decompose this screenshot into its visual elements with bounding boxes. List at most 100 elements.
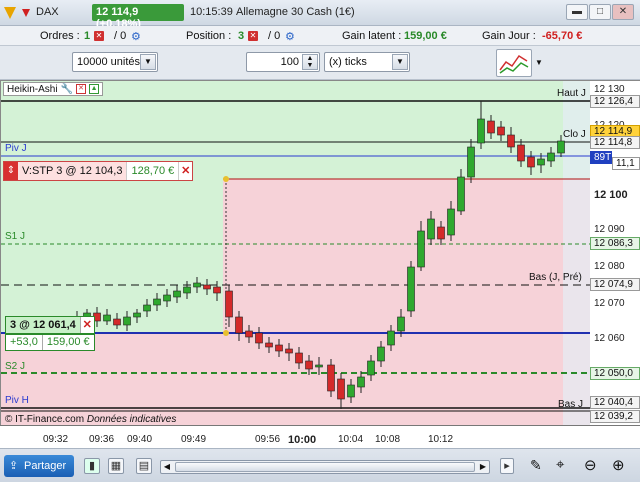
time-axis[interactable]: 09:32 09:36 09:40 09:49 09:56 10:00 10:0… (0, 425, 640, 448)
stop-order-tag[interactable]: ⇕ V:STP 3 @ 12 104,3 128,70 € ✕ (3, 161, 194, 181)
cancel-order-icon[interactable]: ✕ (178, 162, 192, 180)
candles-view-icon[interactable]: ▮ (84, 458, 100, 474)
candle-body (305, 360, 313, 370)
candle-body (315, 364, 323, 368)
zoom-out-icon[interactable]: ⊖ (584, 456, 597, 474)
maximize-button[interactable]: □ (589, 4, 611, 20)
scroll-right-icon[interactable]: ▶ (477, 461, 489, 473)
chart-footer: © IT-Finance.com Données indicatives (5, 414, 176, 425)
candle-body (357, 376, 365, 388)
scroll-end-icon[interactable]: ▸ (500, 458, 514, 474)
candle-body (163, 294, 171, 302)
tick-label: 12 100 (594, 189, 628, 201)
drawing-tools-icon[interactable]: ✎ (530, 457, 542, 474)
grid-view-icon[interactable]: ▦ (108, 458, 124, 474)
haut-tag: 12 126,4 (590, 95, 640, 108)
chevron-down-icon: ▼ (140, 54, 156, 70)
quantity-stepper[interactable]: 100 ▲ ▼ (246, 52, 320, 72)
tick-label: 12 070 (594, 298, 625, 309)
close-position-icon[interactable]: ✕ (248, 31, 258, 41)
entry-marker-dot[interactable] (223, 330, 229, 336)
candle-body (265, 342, 273, 348)
candle-body (113, 318, 121, 326)
position-gain: 159,00 € (41, 335, 94, 350)
position-text: 3 @ 12 061,4 (10, 319, 76, 331)
stop-marker-tag: 89T (590, 151, 612, 164)
candle-body (477, 118, 485, 144)
candle-body (467, 146, 475, 178)
candle-body (487, 120, 495, 134)
candle-body (255, 332, 263, 344)
minimize-button[interactable]: ▬ (566, 4, 588, 20)
orders-zero: / 0 (114, 30, 127, 42)
piv-h-tag: 12 040,4 (590, 396, 640, 409)
cancel-orders-icon[interactable]: ✕ (94, 31, 104, 41)
s1-tag: 12 086,3 (590, 237, 640, 250)
candle-body (203, 284, 211, 290)
horizontal-scrollbar[interactable]: ◀ ▶ (160, 460, 490, 474)
candle-body (337, 378, 345, 400)
delete-indicator-icon[interactable]: ✕ (76, 84, 87, 94)
candle-body (173, 290, 181, 298)
zoom-in-icon[interactable]: ⊕ (612, 456, 625, 474)
price-chart[interactable]: Heikin-Ashi 🔧 ✕ ▲ Haut J Clo J Piv J S1 … (0, 80, 591, 426)
candle-body (295, 352, 303, 364)
time-label: 09:36 (89, 434, 115, 445)
units-select[interactable]: 10000 unités ▼ (72, 52, 158, 72)
candle-body (133, 312, 141, 318)
time-label: 09:49 (181, 434, 207, 445)
zoom-fit-icon[interactable]: ⌖ (556, 456, 564, 473)
table-view-icon[interactable]: ▤ (136, 458, 152, 474)
drag-handle-icon[interactable]: ⇕ (4, 162, 18, 180)
tick-label: 12 130 (594, 84, 625, 95)
info-bar: Ordres : 1 ✕ / 0 ⚙ Position : 3 ✕ / 0 ⚙ … (0, 26, 640, 46)
time-label: 10:08 (375, 434, 401, 445)
footer-note: Données indicatives (86, 414, 177, 425)
s2-j-label: S2 J (5, 361, 26, 372)
wrench-icon[interactable]: 🔧 (61, 84, 73, 95)
position-label: Position : (186, 30, 232, 42)
stop-order-gain: 128,70 € (126, 162, 178, 180)
candle-body (367, 360, 375, 376)
scrollbar-thumb[interactable] (175, 462, 475, 472)
candle-body (275, 344, 283, 352)
stop-value-tag: 11,1 (612, 157, 640, 170)
tick-label: 12 080 (594, 261, 625, 272)
position-tag[interactable]: 3 @ 12 061,4 ✕ (5, 316, 95, 334)
stop-marker-dot[interactable] (223, 176, 229, 182)
share-button[interactable]: ⇪ Partager (4, 455, 74, 477)
clo-j-label: Clo J (563, 129, 586, 140)
candle-body (225, 290, 233, 318)
indicator-label-box[interactable]: Heikin-Ashi 🔧 ✕ ▲ (3, 82, 104, 96)
close-button[interactable]: ✕ (612, 4, 634, 20)
gear-icon[interactable]: ⚙ (285, 30, 295, 43)
stepper-arrows-icon[interactable]: ▲ ▼ (302, 54, 318, 70)
scroll-left-icon[interactable]: ◀ (161, 461, 173, 473)
candle-body (377, 346, 385, 362)
candle-body (397, 316, 405, 332)
indicator-name: Heikin-Ashi (7, 83, 58, 95)
orders-label: Ordres : (40, 30, 80, 42)
time-label: 10:00 (288, 434, 317, 446)
gear-icon[interactable]: ⚙ (131, 30, 141, 43)
candlestick-plot (1, 81, 591, 426)
order-toolbar: 10000 unités ▼ 100 ▲ ▼ (x) ticks ▼ ▼ (0, 46, 640, 80)
dropdown-arrow-icon[interactable] (4, 7, 16, 19)
down-triangle-icon (22, 9, 30, 17)
chevron-down-icon[interactable]: ▼ (533, 54, 545, 72)
close-position-icon[interactable]: ✕ (79, 317, 94, 333)
candle-body (497, 126, 505, 136)
candle-body (527, 156, 535, 168)
candle-body (417, 230, 425, 268)
move-up-icon[interactable]: ▲ (89, 84, 100, 94)
candle-body (347, 384, 355, 398)
tick-label: 12 060 (594, 333, 625, 344)
bas-pre-label: Bas (J, Pré) (529, 272, 582, 283)
instrument-name: Allemagne 30 Cash (1€) (236, 6, 355, 18)
price-axis[interactable]: 12 130 12 120 12 100 12 090 12 080 12 07… (590, 80, 640, 425)
time-label: 10:04 (338, 434, 364, 445)
candle-body (387, 330, 395, 346)
ticks-select[interactable]: (x) ticks ▼ (324, 52, 410, 72)
chart-tools-button[interactable] (496, 49, 532, 77)
position-zero: / 0 (268, 30, 281, 42)
